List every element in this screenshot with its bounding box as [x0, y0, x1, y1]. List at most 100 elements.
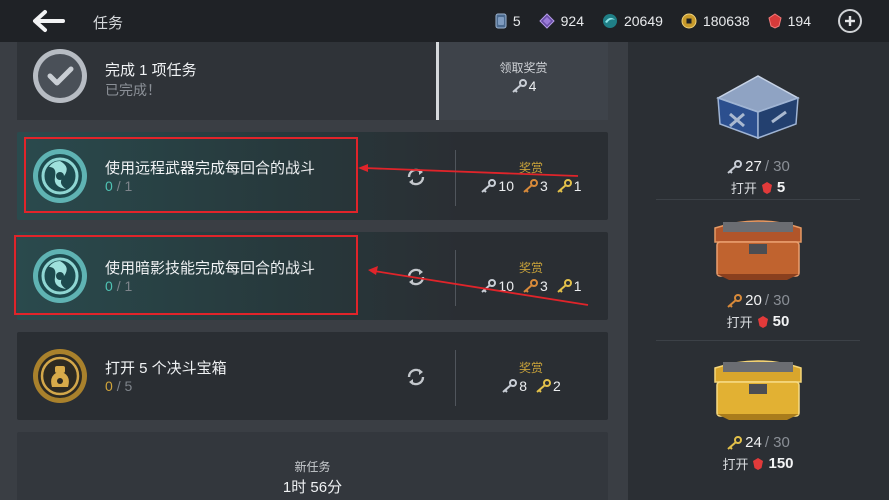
- new-quest-label: 新任务: [294, 460, 331, 474]
- open-chest-button[interactable]: 打开 150: [656, 454, 860, 473]
- chest-panel: 27 / 30 打开 5 20 / 30 打开 50 24 / 30 打开 15…: [628, 42, 889, 500]
- currency-tickets-value: 5: [512, 13, 521, 29]
- refresh-icon[interactable]: [405, 266, 427, 288]
- checkmark-icon: [33, 49, 87, 103]
- currency-coins-value: 180638: [702, 13, 750, 29]
- refresh-icon[interactable]: [405, 166, 427, 188]
- progress-total: / 1: [116, 178, 133, 194]
- ruby-icon: [768, 13, 782, 29]
- currency-rubies-value: 194: [787, 13, 811, 29]
- add-currency-button[interactable]: [838, 9, 862, 33]
- reward-key-count: 3: [539, 278, 548, 294]
- quest-name: 完成 1 项任务: [105, 62, 197, 79]
- chest-gold[interactable]: 24 / 30 打开 150: [656, 354, 860, 474]
- currency-orbs: 20649: [602, 13, 663, 29]
- quest-card-ranged-weapon[interactable]: 使用远程武器完成每回合的战斗 0 / 1 奖赏 10 3 1: [17, 132, 608, 220]
- quest-card-main: 打开 5 个决斗宝箱 0 / 5: [17, 332, 437, 420]
- quest-name: 使用远程武器完成每回合的战斗: [105, 160, 316, 177]
- currency-rubies: 194: [768, 13, 811, 29]
- reward-key-silver: 10: [480, 278, 514, 294]
- reward-key-count: 2: [553, 378, 561, 394]
- new-quest-timer: 新任务 1时 56分: [17, 432, 608, 500]
- open-cost: 50: [772, 313, 790, 330]
- quest-status: 已完成！: [105, 82, 161, 98]
- back-button[interactable]: [28, 7, 68, 35]
- currency-coins: 180638: [681, 13, 750, 29]
- gold-chest-icon: [714, 360, 802, 420]
- ruby-icon: [757, 315, 768, 328]
- reward-key-gold: 1: [556, 278, 582, 294]
- chest-silver[interactable]: 27 / 30 打开 5: [656, 72, 860, 196]
- top-bar: 任务 5 924 20649 180638 194: [0, 0, 889, 42]
- quest-card-shadow-skill[interactable]: 使用暗影技能完成每回合的战斗 0 / 1 奖赏 10 3 1: [17, 232, 608, 320]
- chest-keys-have: 27: [745, 158, 762, 175]
- reward-key-bronze: 3: [522, 178, 548, 194]
- open-label: 打开: [722, 457, 749, 472]
- reward-label: 奖赏: [518, 261, 543, 275]
- currency-tickets: 5: [495, 13, 521, 29]
- purple-crystal-icon: [538, 13, 555, 29]
- gold-key-icon: [557, 279, 572, 293]
- claim-reward-label: 领取奖赏: [499, 61, 548, 75]
- gold-key-icon: [536, 379, 551, 393]
- silver-key-icon: [502, 379, 518, 393]
- reward-keys: 4: [439, 78, 608, 94]
- quest-progress: 0 / 1: [105, 178, 132, 194]
- chest-keys-have: 20: [745, 292, 762, 309]
- open-chest-button[interactable]: 打开 5: [656, 178, 860, 197]
- currency-crystals-value: 924: [560, 13, 584, 29]
- bronze-key-icon: [727, 293, 743, 308]
- chest-key-progress: 20 / 30: [656, 292, 860, 309]
- refresh-icon[interactable]: [405, 366, 427, 388]
- chest-bronze[interactable]: 20 / 30 打开 50: [656, 214, 860, 334]
- open-cost: 150: [768, 455, 794, 472]
- reward-key-silver: 4: [511, 78, 537, 94]
- reward-key-count: 1: [573, 278, 582, 294]
- progress-current: 0: [105, 378, 113, 394]
- currency-bar: 5 924 20649 180638 194: [495, 0, 811, 42]
- reward-keys: 10 3 1: [447, 178, 615, 194]
- quest-card-open-chests[interactable]: 打开 5 个决斗宝箱 0 / 5 奖赏 8 2: [17, 332, 608, 420]
- ruby-icon: [753, 457, 764, 470]
- silver-key-icon: [481, 179, 497, 193]
- silver-key-icon: [481, 279, 497, 293]
- reward-key-count: 3: [539, 178, 548, 194]
- back-arrow-icon: [33, 10, 65, 32]
- reward-key-bronze: 3: [522, 278, 548, 294]
- swirl-emblem-icon: [33, 149, 87, 203]
- reward-keys: 10 3 1: [447, 278, 615, 294]
- open-label: 打开: [730, 181, 757, 196]
- reward-panel: 奖赏 10 3 1: [457, 132, 608, 220]
- claim-reward-button[interactable]: 领取奖赏 4: [439, 42, 608, 120]
- reward-key-count: 10: [498, 278, 514, 294]
- ticket-icon: [495, 13, 507, 29]
- quest-card-main: 完成 1 项任务 已完成！: [17, 42, 437, 120]
- reward-key-count: 4: [528, 78, 537, 94]
- chest-key-progress: 24 / 30: [656, 434, 860, 451]
- progress-current: 0: [105, 278, 113, 294]
- quest-list: 完成 1 项任务 已完成！ 领取奖赏 4 使用远程武器完成每回合的战斗 0 / …: [0, 42, 628, 500]
- gold-coin-icon: [681, 13, 697, 29]
- currency-crystals: 924: [538, 13, 584, 29]
- reward-key-bronze: 2: [535, 378, 561, 394]
- new-quest-countdown: 1时 56分: [282, 479, 343, 496]
- silver-chest-icon: [716, 75, 800, 140]
- progress-total: / 5: [116, 378, 133, 394]
- bronze-chest-icon: [714, 220, 802, 280]
- quest-name: 打开 5 个决斗宝箱: [105, 360, 227, 377]
- chest-keys-need: / 30: [764, 292, 790, 309]
- progress-current: 0: [105, 178, 113, 194]
- reward-key-count: 10: [498, 178, 514, 194]
- quest-card-completed[interactable]: 完成 1 项任务 已完成！ 领取奖赏 4: [17, 42, 608, 120]
- bronze-key-icon: [523, 179, 538, 193]
- reward-key-gold: 1: [556, 178, 582, 194]
- quest-card-main: 使用远程武器完成每回合的战斗 0 / 1: [17, 132, 437, 220]
- open-cost: 5: [776, 179, 786, 196]
- gold-key-icon: [727, 435, 743, 450]
- open-chest-button[interactable]: 打开 50: [656, 312, 860, 331]
- chest-key-progress: 27 / 30: [656, 158, 860, 175]
- reward-panel: 奖赏 10 3 1: [457, 232, 608, 320]
- reward-key-count: 8: [519, 378, 527, 394]
- reward-key-silver: 8: [501, 378, 527, 394]
- quest-name: 使用暗影技能完成每回合的战斗: [105, 260, 316, 277]
